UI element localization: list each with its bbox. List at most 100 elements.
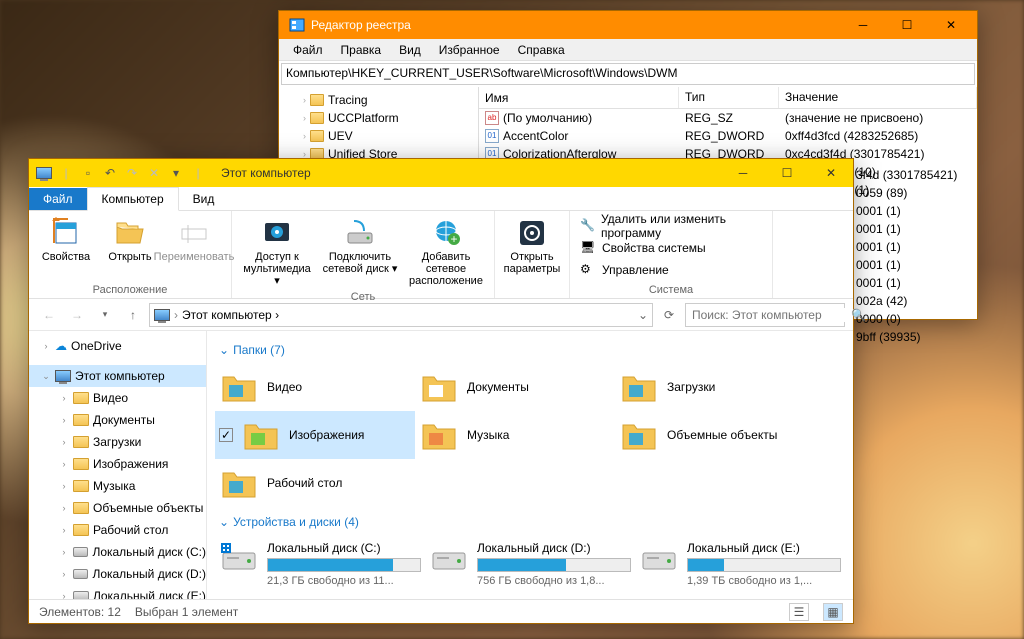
folder-icon	[219, 369, 259, 405]
search-icon[interactable]: 🔍	[851, 308, 866, 322]
breadcrumb[interactable]: Этот компьютер ›	[182, 308, 279, 322]
registry-value-text: 9bff (39935)	[856, 330, 976, 348]
view-icons-button[interactable]: ▦	[823, 603, 843, 621]
tab-view[interactable]: Вид	[179, 188, 229, 210]
folder-объемные-объекты[interactable]: ✓Объемные объекты	[615, 411, 815, 459]
regedit-address[interactable]: Компьютер\HKEY_CURRENT_USER\Software\Mic…	[281, 63, 975, 85]
close-button[interactable]: ✕	[809, 159, 853, 187]
col-type[interactable]: Тип	[679, 87, 779, 108]
col-name[interactable]: Имя	[479, 87, 679, 108]
close-button[interactable]: ✕	[929, 11, 973, 39]
tree-item[interactable]: ›Tracing	[279, 91, 478, 109]
tree-item[interactable]: ›UEV	[279, 127, 478, 145]
minimize-button[interactable]: ─	[841, 11, 885, 39]
ribbon-properties[interactable]: Свойства	[35, 215, 97, 265]
address-bar[interactable]: › Этот компьютер › ⌄	[149, 303, 653, 327]
tree-item[interactable]: ›UCCPlatform	[279, 109, 478, 127]
qat-dropdown-icon[interactable]: ▾	[167, 164, 185, 182]
ribbon-add-network[interactable]: + Добавить сетевое расположение	[404, 215, 488, 289]
nav-item-локальныйдискe[interactable]: ›Локальный диск (E:)	[29, 585, 206, 599]
section-folders[interactable]: ⌄Папки (7)	[215, 335, 845, 363]
drive-bdromf[interactable]: BDДисковод BD-ROM (F:)	[215, 593, 425, 599]
drive-icon	[73, 591, 89, 599]
gear-icon	[516, 217, 548, 249]
ribbon-group-network: Доступ к мультимедиа ▾ Подключить сетево…	[232, 211, 495, 298]
nav-onedrive[interactable]: ›☁OneDrive	[29, 335, 206, 357]
registry-value-row[interactable]: 01AccentColorREG_DWORD0xff4d3fcd (428325…	[479, 127, 977, 145]
address-dropdown-icon[interactable]: ⌄	[638, 308, 648, 322]
nav-item-локальныйдискc[interactable]: ›Локальный диск (C:)	[29, 541, 206, 563]
svg-text:+: +	[450, 232, 457, 246]
minimize-button[interactable]: ─	[721, 159, 765, 187]
refresh-button[interactable]: ⟳	[657, 303, 681, 327]
tab-file[interactable]: Файл	[29, 188, 87, 210]
col-value[interactable]: Значение	[779, 87, 977, 108]
folder-музыка[interactable]: ✓Музыка	[415, 411, 615, 459]
menu-help[interactable]: Справка	[510, 41, 573, 59]
nav-item-видео[interactable]: ›Видео	[29, 387, 206, 409]
explorer-titlebar[interactable]: | ▫ ↶ ↷ ✕ ▾ | Этот компьютер ─ ☐ ✕	[29, 159, 853, 187]
nav-this-pc[interactable]: ⌄Этот компьютер	[29, 365, 206, 387]
nav-item-музыка[interactable]: ›Музыка	[29, 475, 206, 497]
registry-value-row[interactable]: ab(По умолчанию)REG_SZ(значение не присв…	[479, 109, 977, 127]
registry-value-text: 0001 (1)	[856, 222, 976, 240]
folder-icon	[73, 502, 89, 514]
menu-favorites[interactable]: Избранное	[431, 41, 508, 59]
ribbon-open-settings[interactable]: Открыть параметры	[501, 215, 563, 277]
qat-divider: |	[57, 164, 75, 182]
ribbon-group-system: 🔧Удалить или изменить программу 🖥Свойств…	[570, 211, 773, 298]
regedit-columns[interactable]: Имя Тип Значение	[479, 87, 977, 109]
ribbon-map-drive[interactable]: Подключить сетевой диск ▾	[318, 215, 402, 289]
qat-properties-icon[interactable]: ▫	[79, 164, 97, 182]
ribbon-media-access[interactable]: Доступ к мультимедиа ▾	[238, 215, 316, 289]
maximize-button[interactable]: ☐	[885, 11, 929, 39]
nav-item-документы[interactable]: ›Документы	[29, 409, 206, 431]
folder-загрузки[interactable]: ✓Загрузки	[615, 363, 815, 411]
tab-computer[interactable]: Компьютер	[87, 187, 179, 211]
ribbon-tabs: Файл Компьютер Вид	[29, 187, 853, 211]
checkbox-icon[interactable]: ✓	[219, 428, 233, 442]
folder-icon	[219, 465, 259, 501]
registry-value-text: 3f4d (3301785421)	[856, 168, 976, 186]
nav-back-button[interactable]: ←	[37, 303, 61, 327]
qat-undo-icon[interactable]: ↶	[101, 164, 119, 182]
search-input[interactable]	[692, 308, 847, 322]
pc-icon	[55, 370, 71, 382]
nav-item-локальныйдискd[interactable]: ›Локальный диск (D:)	[29, 563, 206, 585]
folder-icon	[73, 524, 89, 536]
nav-item-объемныеобъекты[interactable]: ›Объемные объекты	[29, 497, 206, 519]
ribbon-open[interactable]: Открыть	[99, 215, 161, 265]
view-details-button[interactable]: ☰	[789, 603, 809, 621]
menu-view[interactable]: Вид	[391, 41, 429, 59]
drive-c[interactable]: Локальный диск (C:)21,3 ГБ свободно из 1…	[215, 535, 425, 593]
qat-delete-icon[interactable]: ✕	[145, 164, 163, 182]
folder-изображения[interactable]: ✓Изображения	[215, 411, 415, 459]
status-count: Элементов: 12	[39, 605, 121, 619]
nav-forward-button[interactable]: →	[65, 303, 89, 327]
nav-item-загрузки[interactable]: ›Загрузки	[29, 431, 206, 453]
nav-up-button[interactable]: ↑	[121, 303, 145, 327]
ribbon-system-properties[interactable]: 🖥Свойства системы	[576, 237, 766, 259]
regedit-titlebar[interactable]: Редактор реестра ─ ☐ ✕	[279, 11, 977, 39]
folder-видео[interactable]: ✓Видео	[215, 363, 415, 411]
folder-icon	[73, 414, 89, 426]
section-drives[interactable]: ⌄Устройства и диски (4)	[215, 507, 845, 535]
folder-документы[interactable]: ✓Документы	[415, 363, 615, 411]
menu-edit[interactable]: Правка	[333, 41, 390, 59]
navigation-panel[interactable]: ›☁OneDrive ⌄Этот компьютер ›Видео›Докуме…	[29, 331, 207, 599]
ribbon-uninstall[interactable]: 🔧Удалить или изменить программу	[576, 215, 766, 237]
content-area[interactable]: ⌄Папки (7) ✓Видео✓Документы✓Загрузки ✓Изо…	[207, 331, 853, 599]
drive-e[interactable]: Локальный диск (E:)1,39 ТБ свободно из 1…	[635, 535, 845, 593]
binary-value-icon: 01	[485, 129, 499, 143]
drive-d[interactable]: Локальный диск (D:)756 ГБ свободно из 1,…	[425, 535, 635, 593]
maximize-button[interactable]: ☐	[765, 159, 809, 187]
nav-item-изображения[interactable]: ›Изображения	[29, 453, 206, 475]
nav-item-рабочийстол[interactable]: ›Рабочий стол	[29, 519, 206, 541]
menu-file[interactable]: Файл	[285, 41, 331, 59]
drive-icon	[73, 569, 89, 579]
ribbon-manage[interactable]: ⚙Управление	[576, 259, 766, 281]
nav-recent-dropdown[interactable]: ▾	[93, 303, 117, 327]
folder-рабочий-стол[interactable]: ✓Рабочий стол	[215, 459, 415, 507]
search-box[interactable]: 🔍	[685, 303, 845, 327]
qat-redo-icon[interactable]: ↷	[123, 164, 141, 182]
